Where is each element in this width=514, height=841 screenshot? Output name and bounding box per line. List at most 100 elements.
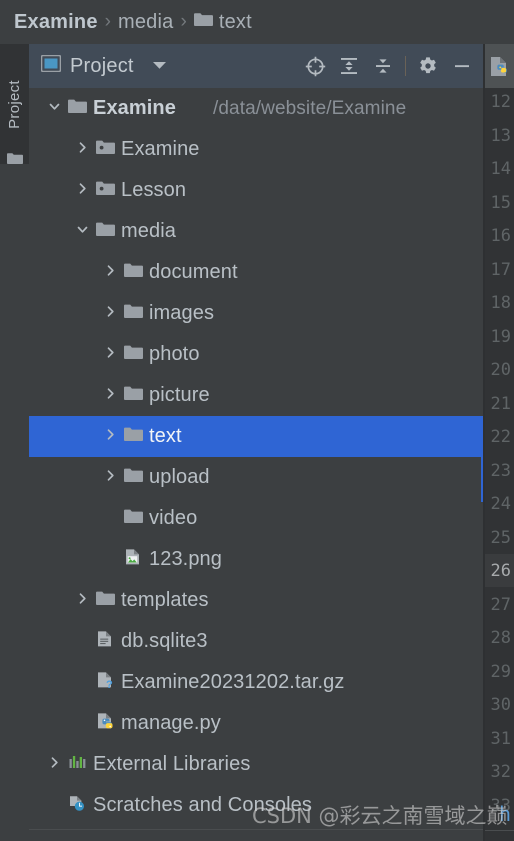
project-panel-title: Project — [70, 54, 134, 77]
tree-item-label: manage.py — [121, 712, 221, 734]
tree-item-label: upload — [149, 466, 210, 488]
breadcrumb-item-1[interactable]: media — [118, 11, 173, 34]
tree-item-examine[interactable]: Examine — [29, 129, 483, 170]
tree-item-123-png[interactable]: 123.png — [29, 539, 483, 580]
chevron-down-icon[interactable] — [73, 223, 91, 241]
tree-item-picture[interactable]: picture — [29, 375, 483, 416]
line-number: 15 — [490, 192, 511, 213]
chevron-right-icon[interactable] — [101, 264, 119, 282]
line-number: 32 — [490, 762, 511, 782]
tree-item-lesson[interactable]: Lesson — [29, 170, 483, 211]
folder-icon — [95, 589, 116, 612]
minimize-icon[interactable] — [445, 44, 479, 88]
tree-item-media[interactable]: media — [29, 211, 483, 252]
line-number: 12 — [490, 92, 511, 112]
gear-icon[interactable] — [411, 44, 445, 88]
editor-area: 12 13 14 15 16 17 18 19 20 21 22 23 24 25 26 27 28 29 30 31… — [485, 44, 514, 841]
chevron-down-icon[interactable] — [152, 57, 167, 75]
tree-item-label: picture — [149, 384, 210, 406]
tree-item-examine20231202-tar-gz[interactable]: ? Examine20231202.tar.gz — [29, 662, 483, 703]
python-file-icon — [95, 712, 116, 735]
project-panel: Project Examine /data/website/Examine Ex… — [29, 44, 483, 841]
tree-item-scratches-and-consoles[interactable]: Scratches and Consoles — [29, 785, 483, 826]
tree-item-upload[interactable]: upload — [29, 457, 483, 498]
toolbar-divider — [405, 56, 406, 76]
project-panel-actions — [298, 44, 479, 88]
folder-icon — [123, 466, 144, 489]
breadcrumb: Examine › media › text — [0, 0, 514, 44]
ide-window: Examine › media › text Project Project E… — [0, 0, 514, 841]
tree-item-images[interactable]: images — [29, 293, 483, 334]
tree-item-label: video — [149, 507, 198, 529]
chevron-right-icon[interactable] — [73, 182, 91, 200]
tree-item-label: External Libraries — [93, 753, 251, 775]
line-number: 26 — [490, 561, 511, 581]
tree-item-label: Lesson — [121, 179, 187, 201]
chevron-right-icon[interactable] — [101, 469, 119, 487]
left-tool-strip: Project — [0, 44, 29, 841]
line-number: 24 — [490, 494, 511, 514]
tree-item-examine[interactable]: Examine/data/website/Examine — [29, 88, 483, 129]
chevron-right-icon[interactable] — [73, 592, 91, 610]
line-number: 16 — [490, 226, 511, 246]
line-number: 27 — [490, 594, 511, 615]
project-view-selector[interactable]: Project — [29, 55, 167, 78]
editor-file-tab[interactable] — [485, 44, 514, 88]
chevron-right-icon[interactable] — [101, 428, 119, 446]
unknown-file-icon: ? — [95, 671, 116, 694]
line-number: 21 — [490, 393, 511, 414]
tree-item-templates[interactable]: templates — [29, 580, 483, 621]
tree-item-label: photo — [149, 343, 200, 365]
chevron-right-icon[interactable] — [73, 141, 91, 159]
project-panel-header: Project — [29, 44, 483, 88]
folder-icon — [193, 12, 213, 32]
sidebar-tab-project[interactable]: Project — [0, 44, 29, 164]
scratches-icon — [67, 794, 88, 817]
tree-item-photo[interactable]: photo — [29, 334, 483, 375]
tree-item-manage-py[interactable]: manage.py — [29, 703, 483, 744]
line-number: 30 — [490, 695, 511, 715]
project-tree[interactable]: Examine/data/website/Examine Examine Lesso… — [29, 88, 483, 841]
collapse-all-button[interactable] — [366, 44, 400, 88]
tree-item-video[interactable]: video — [29, 498, 483, 539]
editor-visible-char: h — [499, 802, 512, 826]
tree-item-label: db.sqlite3 — [121, 630, 208, 652]
breadcrumb-item-0[interactable]: Examine — [14, 11, 98, 34]
tree-item-label: Examine20231202.tar.gz — [121, 671, 345, 693]
tree-item-label: images — [149, 302, 215, 324]
chevron-right-icon[interactable] — [45, 756, 63, 774]
line-number: 31 — [490, 728, 511, 749]
libraries-icon — [67, 753, 88, 776]
tree-item-label: text — [149, 425, 182, 447]
chevron-down-icon[interactable] — [45, 100, 63, 118]
tree-item-db-sqlite3[interactable]: db.sqlite3 — [29, 621, 483, 662]
folder-icon — [123, 261, 144, 284]
chevron-right-icon[interactable] — [101, 305, 119, 323]
line-number: 19 — [490, 326, 511, 347]
tree-item-label: templates — [121, 589, 209, 611]
line-number: 14 — [490, 159, 511, 179]
tree-item-label: Scratches and Consoles — [93, 794, 312, 816]
chevron-right-icon[interactable] — [101, 346, 119, 364]
breadcrumb-item-2[interactable]: text — [219, 11, 252, 34]
line-number: 23 — [490, 460, 511, 481]
chevron-right-icon[interactable] — [101, 387, 119, 405]
line-number: 17 — [490, 259, 511, 280]
line-number: 25 — [490, 527, 511, 548]
text-file-icon — [95, 630, 116, 653]
line-number: 28 — [490, 628, 511, 648]
folder-icon — [123, 343, 144, 366]
tree-item-text[interactable]: text — [29, 416, 483, 457]
select-opened-file-button[interactable] — [298, 44, 332, 88]
svg-text:?: ? — [106, 679, 113, 689]
breadcrumb-separator-icon: › — [104, 11, 111, 32]
folder-icon — [123, 425, 144, 448]
tree-item-document[interactable]: document — [29, 252, 483, 293]
tree-item-external-libraries[interactable]: External Libraries — [29, 744, 483, 785]
line-number: 20 — [490, 360, 511, 380]
folder-icon — [7, 152, 23, 170]
line-number: 29 — [490, 661, 511, 682]
image-file-icon — [123, 548, 144, 571]
expand-all-button[interactable] — [332, 44, 366, 88]
tree-item-path: /data/website/Examine — [213, 97, 407, 119]
